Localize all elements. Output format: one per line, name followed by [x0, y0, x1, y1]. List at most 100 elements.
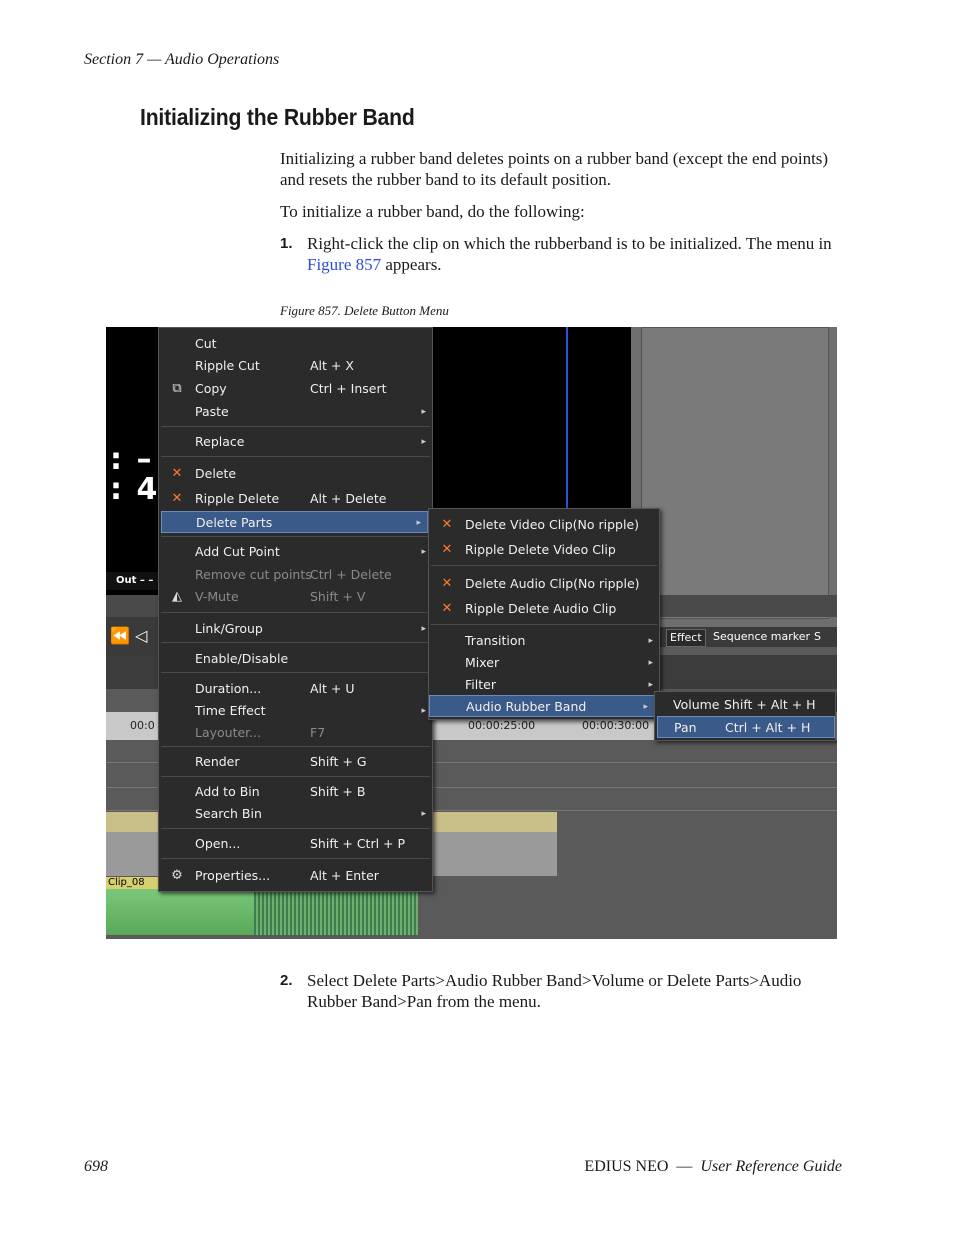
context-menu: Cut Ripple Cut Alt + X ⧉ Copy Ctrl + Insert…	[158, 327, 433, 892]
menu-separator	[161, 776, 430, 777]
menu-item-volume[interactable]: Volume Shift + Alt + H	[655, 694, 835, 716]
menu-item-label: Delete Parts	[196, 515, 273, 530]
delete-video-icon: ✕	[441, 517, 453, 532]
menu-item-label: Ripple Delete Video Clip	[465, 542, 616, 557]
figure-link[interactable]: Figure 857	[307, 255, 381, 274]
menu-item-label: Volume	[673, 697, 720, 712]
menu-item-shortcut: Shift + G	[310, 754, 367, 769]
submenu-arrow-icon: ▸	[421, 407, 426, 417]
menu-separator	[431, 624, 657, 625]
menu-item-label: Duration...	[195, 681, 262, 696]
menu-item-shortcut: F7	[310, 725, 326, 740]
section-heading: Initializing the Rubber Band	[140, 104, 415, 130]
menu-item-label: Layouter...	[195, 725, 262, 740]
ruler-tick: 00:0	[130, 719, 155, 732]
menu-item-paste[interactable]: Paste ▸	[159, 401, 432, 423]
menu-item-ripple-cut[interactable]: Ripple Cut Alt + X	[159, 355, 432, 377]
menu-item-label: Ripple Delete Audio Clip	[465, 601, 617, 616]
panel-tabs: n Effect Sequence marker S	[646, 627, 837, 647]
menu-item-ripple-delete-video-clip[interactable]: ✕ Ripple Delete Video Clip	[429, 539, 659, 561]
menu-item-shortcut: Alt + U	[310, 681, 355, 696]
menu-item-filter[interactable]: Filter ▸	[429, 674, 659, 696]
menu-item-search-bin[interactable]: Search Bin ▸	[159, 803, 432, 825]
preview-monitor-right	[536, 327, 631, 507]
delete-icon: ✕	[171, 466, 183, 481]
menu-item-render[interactable]: Render Shift + G	[159, 751, 432, 773]
menu-item-layouter: Layouter... F7	[159, 722, 432, 744]
menu-item-delete[interactable]: ✕ Delete	[159, 463, 432, 485]
menu-item-label: Transition	[465, 633, 526, 648]
menu-item-duration[interactable]: Duration... Alt + U	[159, 678, 432, 700]
menu-separator	[161, 828, 430, 829]
submenu-arrow-icon: ▸	[421, 706, 426, 716]
footer-title: EDIUS NEO — User Reference Guide	[584, 1158, 842, 1176]
product-name: EDIUS NEO	[584, 1158, 669, 1175]
menu-item-pan[interactable]: Pan Ctrl + Alt + H	[657, 716, 835, 738]
submenu-arrow-icon: ▸	[421, 547, 426, 557]
menu-item-ripple-delete[interactable]: ✕ Ripple Delete Alt + Delete	[159, 488, 432, 510]
step-text: Right-click the clip on which the rubber…	[307, 233, 847, 275]
menu-item-delete-video-clip[interactable]: ✕ Delete Video Clip(No ripple)	[429, 514, 659, 536]
step-number: 1.	[280, 235, 293, 252]
figure-caption: Figure 857. Delete Button Menu	[280, 303, 449, 318]
menu-separator	[161, 672, 430, 673]
menu-item-shortcut: Ctrl + Alt + H	[725, 720, 811, 735]
menu-item-enable-disable[interactable]: Enable/Disable	[159, 648, 432, 670]
menu-item-copy[interactable]: ⧉ Copy Ctrl + Insert	[159, 378, 432, 400]
menu-item-time-effect[interactable]: Time Effect ▸	[159, 700, 432, 722]
menu-item-shortcut: Ctrl + Insert	[310, 381, 387, 396]
menu-item-delete-audio-clip[interactable]: ✕ Delete Audio Clip(No ripple)	[429, 573, 659, 595]
figure-screenshot: : – – : 4 3 Out – – ⏪ ◁ n Effect Sequenc…	[106, 327, 837, 939]
ripple-delete-video-icon: ✕	[441, 542, 453, 557]
menu-item-open[interactable]: Open... Shift + Ctrl + P	[159, 833, 432, 855]
copy-icon: ⧉	[172, 381, 182, 396]
menu-item-shortcut: Shift + B	[310, 784, 366, 799]
menu-item-properties[interactable]: ⚙ Properties... Alt + Enter	[159, 865, 432, 887]
submenu-arrow-icon: ▸	[421, 809, 426, 819]
menu-item-label: Audio Rubber Band	[466, 699, 587, 714]
menu-item-label: Mixer	[465, 655, 500, 670]
menu-item-transition[interactable]: Transition ▸	[429, 630, 659, 652]
menu-item-label: Paste	[195, 404, 229, 419]
menu-item-delete-parts[interactable]: Delete Parts ▸	[161, 511, 428, 533]
menu-item-replace[interactable]: Replace ▸	[159, 431, 432, 453]
submenu-arrow-icon: ▸	[648, 658, 653, 668]
menu-item-label: Ripple Cut	[195, 358, 260, 373]
menu-item-link-group[interactable]: Link/Group ▸	[159, 618, 432, 640]
menu-separator	[161, 612, 430, 613]
menu-separator	[161, 858, 430, 859]
menu-item-cut[interactable]: Cut	[159, 333, 432, 355]
menu-item-label: Filter	[465, 677, 496, 692]
tab-s[interactable]: S	[811, 629, 824, 645]
guide-name: User Reference Guide	[700, 1158, 842, 1175]
ruler-tick: 00:00:25:00	[468, 719, 536, 732]
ripple-delete-audio-icon: ✕	[441, 601, 453, 616]
tab-effect[interactable]: Effect	[666, 629, 706, 647]
menu-item-label: V-Mute	[195, 589, 239, 604]
menu-item-label: Remove cut points	[195, 567, 312, 582]
menu-separator	[161, 746, 430, 747]
menu-item-label: Delete Video Clip(No ripple)	[465, 517, 640, 532]
submenu-arrow-icon: ▸	[648, 680, 653, 690]
rewind-button[interactable]: ⏪ ◁	[106, 617, 161, 655]
menu-item-label: Time Effect	[195, 703, 266, 718]
menu-separator	[161, 536, 430, 537]
submenu-arrow-icon: ▸	[643, 702, 648, 712]
menu-item-label: Add Cut Point	[195, 544, 280, 559]
menu-item-shortcut: Shift + Alt + H	[724, 697, 816, 712]
menu-item-ripple-delete-audio-clip[interactable]: ✕ Ripple Delete Audio Clip	[429, 598, 659, 620]
timeline-cursor	[566, 327, 568, 509]
delete-parts-submenu: ✕ Delete Video Clip(No ripple) ✕ Ripple De…	[428, 508, 660, 720]
menu-item-label: Copy	[195, 381, 227, 396]
menu-item-audio-rubber-band[interactable]: Audio Rubber Band ▸	[429, 695, 655, 717]
menu-item-add-to-bin[interactable]: Add to Bin Shift + B	[159, 781, 432, 803]
menu-item-shortcut: Alt + Delete	[310, 491, 387, 506]
menu-separator	[161, 456, 430, 457]
menu-item-label: Render	[195, 754, 240, 769]
menu-item-add-cut-point[interactable]: Add Cut Point ▸	[159, 541, 432, 563]
tab-sequence-marker[interactable]: Sequence marker	[710, 629, 813, 645]
menu-item-mixer[interactable]: Mixer ▸	[429, 652, 659, 674]
menu-item-label: Pan	[674, 720, 697, 735]
ruler-tick: 00:00:30:00	[582, 719, 650, 732]
menu-item-shortcut: Alt + X	[310, 358, 354, 373]
